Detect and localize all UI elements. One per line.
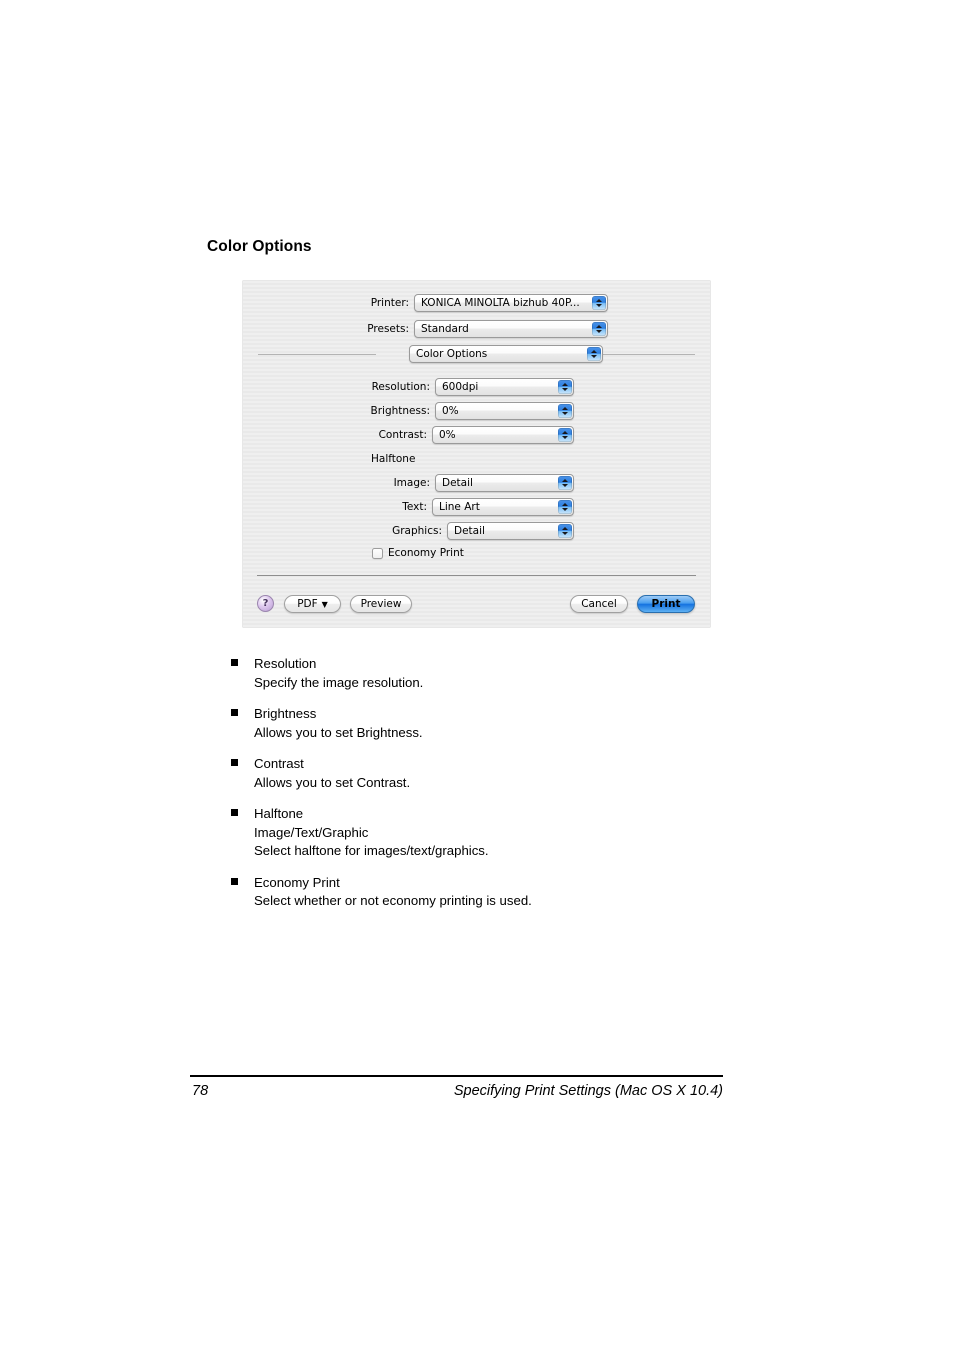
- economy-print-checkbox[interactable]: [372, 547, 383, 559]
- halftone-group-label: Halftone: [371, 453, 416, 465]
- brightness-label: Brightness:: [370, 405, 430, 417]
- chevron-updown-icon[interactable]: [587, 347, 601, 361]
- halftone-image-label: Image:: [393, 477, 430, 489]
- list-item-desc: Specify the image resolution.: [254, 674, 424, 690]
- halftone-graphics-row: Graphics: Detail: [243, 522, 683, 540]
- print-dialog: Printer: KONICA MINOLTA bizhub 40P... Pr…: [243, 281, 710, 627]
- square-bullet-icon: [231, 759, 238, 766]
- panel-value: Color Options: [416, 348, 488, 360]
- list-item-desc: Select halftone for images/text/graphics…: [254, 843, 489, 858]
- list-item: Contrast Allows you to set Contrast.: [231, 755, 731, 792]
- brightness-popup[interactable]: 0%: [435, 402, 574, 420]
- economy-print-label: Economy Print: [388, 547, 464, 559]
- list-item-desc: Allows you to set Brightness.: [254, 724, 423, 740]
- print-button[interactable]: Print: [637, 595, 695, 613]
- help-button[interactable]: ?: [257, 595, 274, 612]
- square-bullet-icon: [231, 809, 238, 816]
- chevron-updown-icon[interactable]: [558, 380, 572, 394]
- presets-popup[interactable]: Standard: [414, 320, 608, 338]
- list-item-desc: Image/Text/Graphic: [254, 824, 369, 840]
- dialog-divider: [257, 575, 696, 576]
- caret-down-icon: ▼: [321, 599, 328, 609]
- brightness-row: Brightness: 0%: [243, 402, 683, 420]
- square-bullet-icon: [231, 709, 238, 716]
- halftone-text-popup[interactable]: Line Art: [432, 498, 574, 516]
- resolution-label: Resolution:: [371, 381, 430, 393]
- contrast-value: 0%: [439, 429, 456, 441]
- halftone-text-label: Text:: [402, 501, 427, 513]
- dialog-button-bar: ? PDF ▼ Preview Cancel Print: [243, 595, 710, 617]
- list-item-title: Resolution: [254, 656, 317, 671]
- list-item-title: Halftone: [254, 806, 304, 821]
- chevron-updown-icon[interactable]: [592, 322, 606, 336]
- halftone-image-value: Detail: [442, 477, 473, 489]
- resolution-value: 600dpi: [442, 381, 479, 393]
- preview-button[interactable]: Preview: [350, 595, 412, 613]
- chevron-updown-icon[interactable]: [558, 500, 572, 514]
- footer-title: Specifying Print Settings (Mac OS X 10.4…: [453, 1083, 723, 1099]
- list-item-title: Brightness: [254, 706, 317, 721]
- halftone-text-row: Text: Line Art: [243, 498, 683, 516]
- footer-rule: [190, 1075, 723, 1077]
- chevron-updown-icon[interactable]: [558, 428, 572, 442]
- pdf-button-label: PDF: [297, 598, 318, 610]
- halftone-graphics-popup[interactable]: Detail: [447, 522, 574, 540]
- chevron-updown-icon[interactable]: [558, 404, 572, 418]
- contrast-label: Contrast:: [378, 429, 427, 441]
- halftone-text-value: Line Art: [439, 501, 480, 513]
- list-item: Halftone Image/Text/Graphic Select halft…: [231, 805, 731, 861]
- options-description-list: Resolution Specify the image resolution.…: [231, 655, 731, 924]
- list-item-title: Economy Print: [254, 874, 340, 890]
- list-item-desc: Allows you to set Contrast.: [254, 774, 411, 790]
- printer-popup[interactable]: KONICA MINOLTA bizhub 40P...: [414, 294, 608, 312]
- list-item: Brightness Allows you to set Brightness.: [231, 705, 731, 742]
- presets-value: Standard: [421, 323, 469, 335]
- printer-value: KONICA MINOLTA bizhub 40P...: [421, 297, 580, 309]
- halftone-image-popup[interactable]: Detail: [435, 474, 574, 492]
- halftone-graphics-value: Detail: [454, 525, 485, 537]
- square-bullet-icon: [231, 877, 238, 885]
- economy-print-checkbox-row[interactable]: Economy Print: [372, 547, 464, 559]
- square-bullet-icon: [231, 659, 238, 666]
- contrast-row: Contrast: 0%: [243, 426, 683, 444]
- presets-row: Presets: Standard: [243, 320, 683, 338]
- resolution-row: Resolution: 600dpi: [243, 378, 683, 396]
- list-item: Economy Print Select whether or not econ…: [231, 874, 731, 911]
- list-item: Resolution Specify the image resolution.: [231, 655, 731, 692]
- list-item-desc: Select whether or not economy printing i…: [254, 893, 532, 908]
- chevron-updown-icon[interactable]: [592, 296, 606, 310]
- printer-row: Printer: KONICA MINOLTA bizhub 40P...: [243, 294, 683, 312]
- page-title: Color Options: [207, 238, 312, 255]
- contrast-popup[interactable]: 0%: [432, 426, 574, 444]
- resolution-popup[interactable]: 600dpi: [435, 378, 574, 396]
- chevron-updown-icon[interactable]: [558, 476, 572, 490]
- chevron-updown-icon[interactable]: [558, 524, 572, 538]
- halftone-graphics-label: Graphics:: [392, 525, 442, 537]
- presets-label: Presets:: [367, 323, 409, 335]
- brightness-value: 0%: [442, 405, 459, 417]
- list-item-title: Contrast: [254, 756, 304, 771]
- cancel-button[interactable]: Cancel: [570, 595, 628, 613]
- panel-rule-left: [258, 354, 376, 355]
- pdf-button[interactable]: PDF ▼: [284, 595, 341, 613]
- panel-popup[interactable]: Color Options: [409, 345, 603, 363]
- halftone-image-row: Image: Detail: [243, 474, 683, 492]
- printer-label: Printer:: [370, 297, 409, 309]
